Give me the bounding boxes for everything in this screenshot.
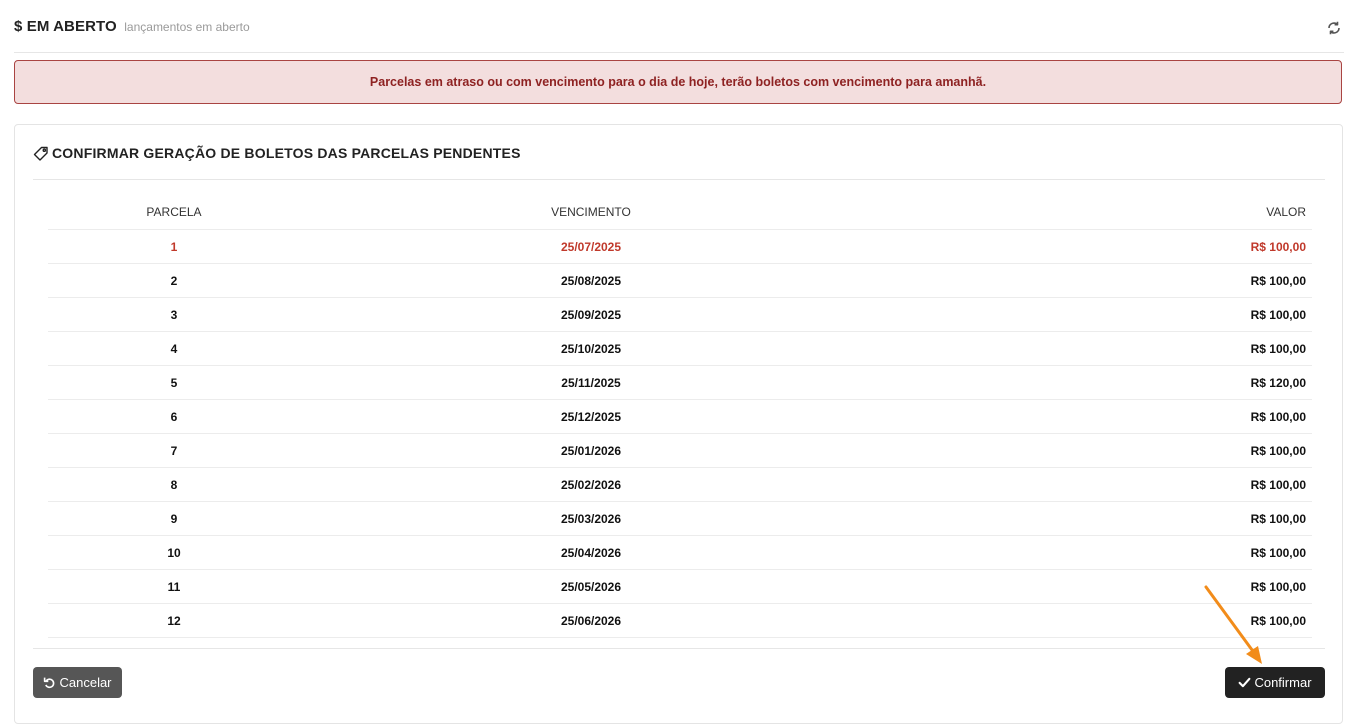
cell-parcela: 5	[48, 365, 300, 400]
cell-valor: R$ 100,00	[882, 331, 1312, 366]
panel-title: CONFIRMAR GERAÇÃO DE BOLETOS DAS PARCELA…	[52, 145, 521, 161]
cell-parcela: 4	[48, 331, 300, 366]
table-row: 2 25/08/2025 R$ 100,00	[48, 263, 1312, 298]
table-row: 8 25/02/2026 R$ 100,00	[48, 467, 1312, 502]
cell-vencimento: 25/08/2025	[300, 263, 882, 298]
refresh-icon[interactable]	[1326, 20, 1342, 36]
cell-vencimento: 25/04/2026	[300, 535, 882, 570]
cell-vencimento: 25/09/2025	[300, 297, 882, 332]
alert-message: Parcelas em atraso ou com vencimento par…	[369, 75, 987, 89]
table-row: 11 25/05/2026 R$ 100,00	[48, 569, 1312, 604]
check-icon	[1239, 677, 1251, 688]
cell-parcela: 2	[48, 263, 300, 298]
table-row: 5 25/11/2025 R$ 120,00	[48, 365, 1312, 400]
column-header-valor: VALOR	[882, 195, 1312, 230]
undo-icon	[44, 677, 55, 689]
cell-vencimento: 25/10/2025	[300, 331, 882, 366]
cell-valor: R$ 100,00	[882, 263, 1312, 298]
table-row: 4 25/10/2025 R$ 100,00	[48, 331, 1312, 366]
cell-valor: R$ 100,00	[882, 399, 1312, 434]
cell-valor: R$ 120,00	[882, 365, 1312, 400]
cell-valor: R$ 100,00	[882, 501, 1312, 536]
cell-parcela: 6	[48, 399, 300, 434]
table-row: 12 25/06/2026 R$ 100,00	[48, 603, 1312, 638]
table-row: 7 25/01/2026 R$ 100,00	[48, 433, 1312, 468]
cell-parcela: 10	[48, 535, 300, 570]
cell-vencimento: 25/11/2025	[300, 365, 882, 400]
cell-vencimento: 25/02/2026	[300, 467, 882, 502]
cell-vencimento: 25/03/2026	[300, 501, 882, 536]
column-header-parcela: PARCELA	[48, 195, 300, 230]
table-row: 9 25/03/2026 R$ 100,00	[48, 501, 1312, 536]
cell-vencimento: 25/07/2025	[300, 229, 882, 264]
cell-valor: R$ 100,00	[882, 297, 1312, 332]
confirm-button-label: Confirmar	[1254, 675, 1312, 690]
cancel-button-label: Cancelar	[59, 675, 112, 690]
table-row: 3 25/09/2025 R$ 100,00	[48, 297, 1312, 332]
page-title: $ EM ABERTO	[14, 18, 117, 35]
cell-valor: R$ 100,00	[882, 535, 1312, 570]
warning-alert: Parcelas em atraso ou com vencimento par…	[14, 60, 1342, 104]
cancel-button[interactable]: Cancelar	[33, 667, 122, 698]
cell-vencimento: 25/01/2026	[300, 433, 882, 468]
table-row: 1 25/07/2025 R$ 100,00	[48, 229, 1312, 264]
cell-parcela: 12	[48, 603, 300, 638]
table-header-row: PARCELA VENCIMENTO VALOR	[48, 195, 1312, 230]
cell-valor: R$ 100,00	[882, 467, 1312, 502]
cell-parcela: 3	[48, 297, 300, 332]
panel-heading: CONFIRMAR GERAÇÃO DE BOLETOS DAS PARCELA…	[33, 145, 1325, 180]
cell-parcela: 11	[48, 569, 300, 604]
footer-divider	[33, 648, 1325, 649]
page-header: $ EM ABERTO lançamentos em aberto	[14, 18, 1344, 53]
cell-parcela: 9	[48, 501, 300, 536]
confirm-panel: CONFIRMAR GERAÇÃO DE BOLETOS DAS PARCELA…	[14, 124, 1343, 724]
page-subtitle: lançamentos em aberto	[124, 20, 250, 34]
cell-valor: R$ 100,00	[882, 433, 1312, 468]
table-row: 10 25/04/2026 R$ 100,00	[48, 535, 1312, 570]
column-header-vencimento: VENCIMENTO	[300, 195, 882, 230]
cell-vencimento: 25/12/2025	[300, 399, 882, 434]
installments-table: PARCELA VENCIMENTO VALOR 1 25/07/2025 R$ 1…	[48, 195, 1312, 638]
annotation-arrow-icon	[1204, 585, 1262, 664]
cell-parcela: 1	[48, 229, 300, 264]
cell-vencimento: 25/05/2026	[300, 569, 882, 604]
tag-icon	[33, 146, 49, 162]
cell-parcela: 8	[48, 467, 300, 502]
cell-valor: R$ 100,00	[882, 229, 1312, 264]
cell-vencimento: 25/06/2026	[300, 603, 882, 638]
table-row: 6 25/12/2025 R$ 100,00	[48, 399, 1312, 434]
cell-parcela: 7	[48, 433, 300, 468]
